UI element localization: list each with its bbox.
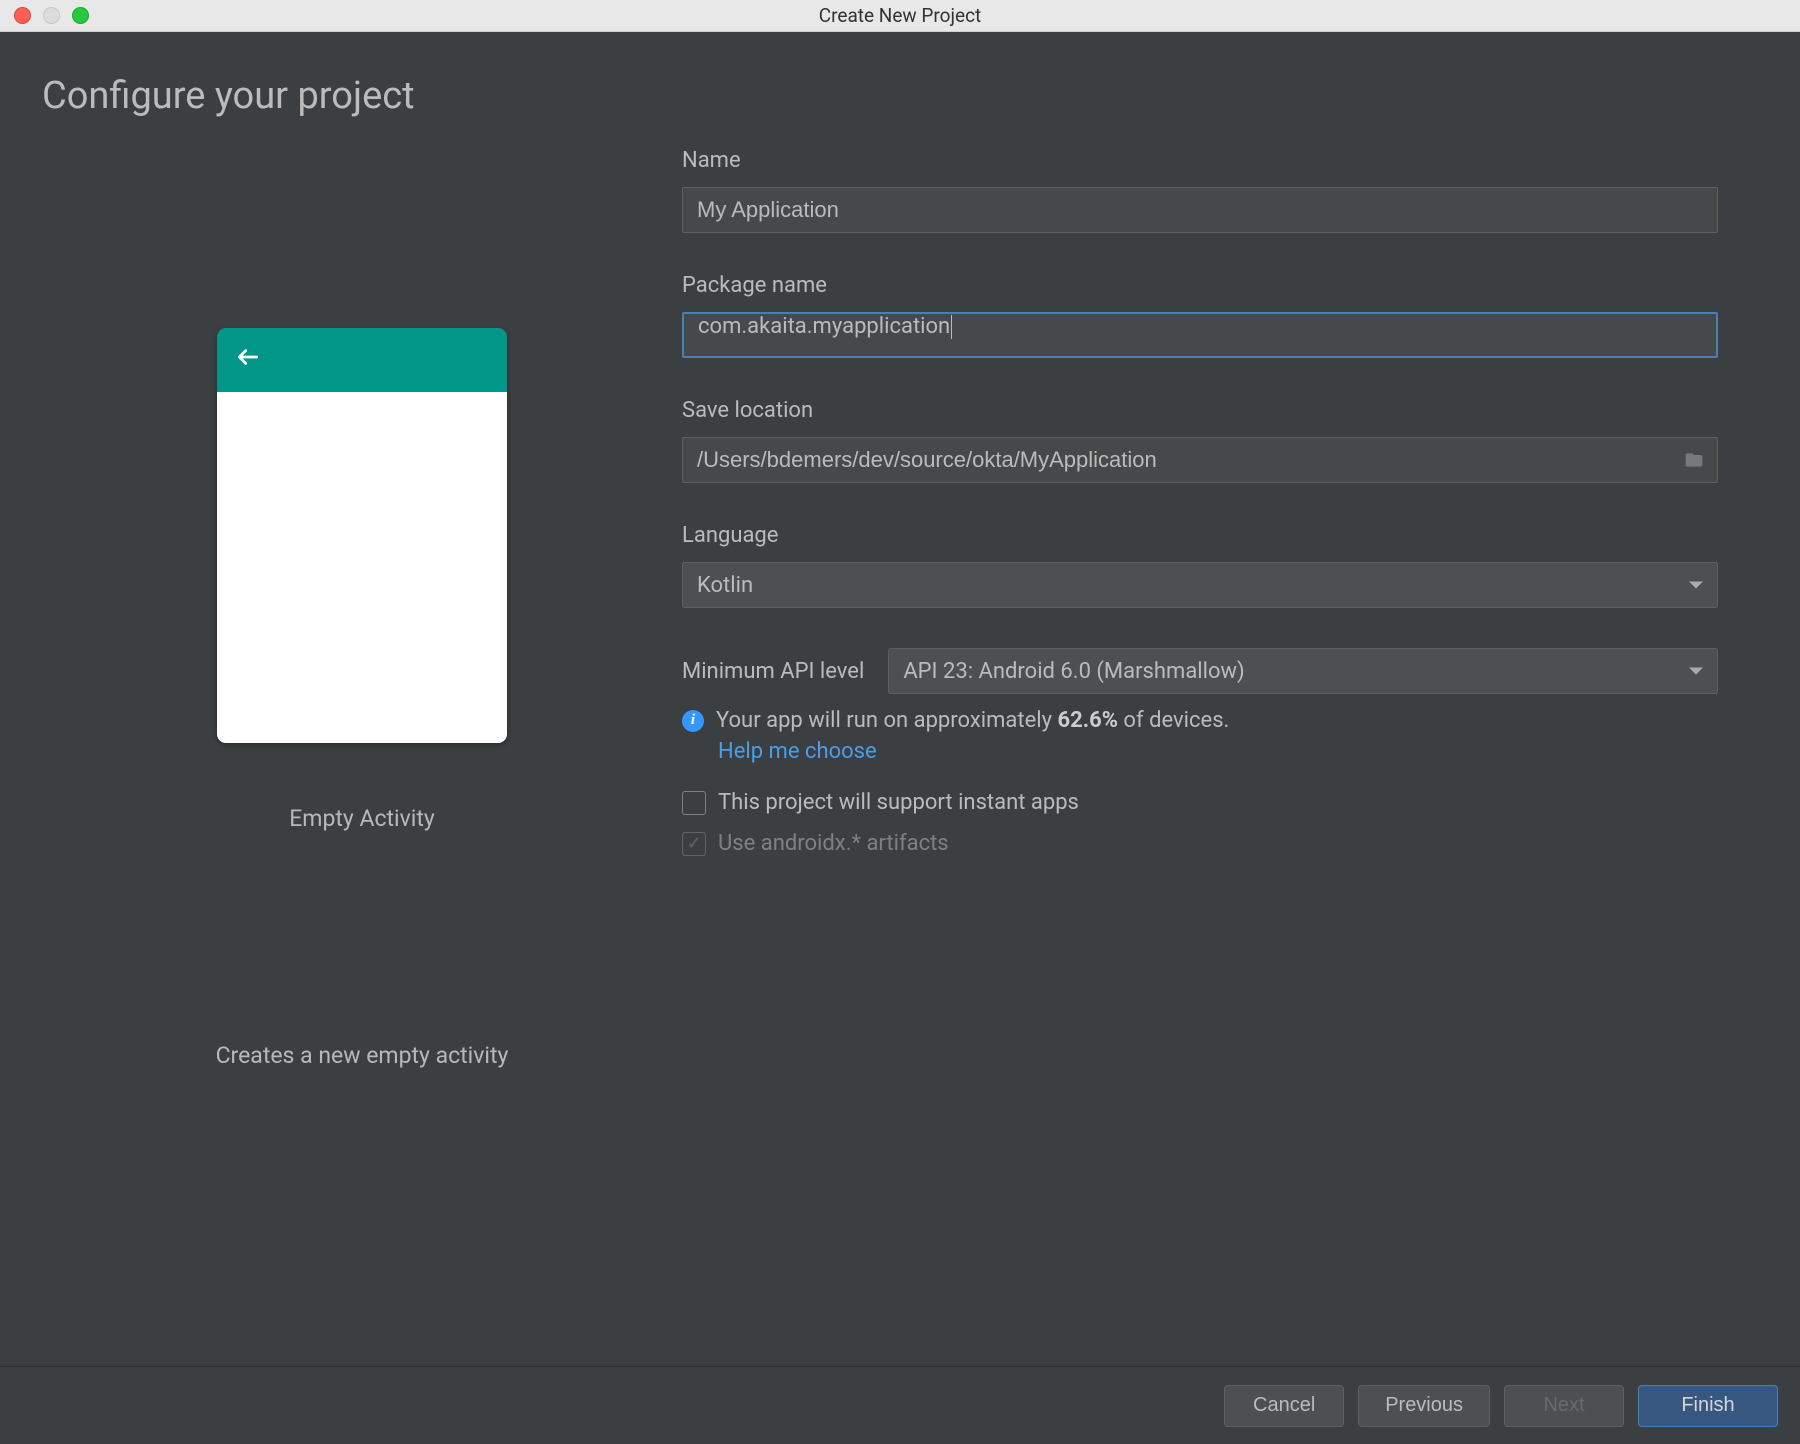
close-window-button[interactable] (14, 7, 31, 24)
instant-apps-label: This project will support instant apps (718, 790, 1079, 815)
location-label: Save location (682, 398, 1718, 423)
preview-appbar (217, 328, 507, 392)
dialog-content: Configure your project Empty Acti (0, 32, 1800, 1444)
api-info-text: Your app will run on approximately 62.6%… (716, 708, 1229, 733)
window-title: Create New Project (819, 4, 982, 27)
dialog-window: Create New Project Configure your projec… (0, 0, 1800, 1444)
folder-browse-icon[interactable] (1682, 450, 1706, 470)
minimize-window-button[interactable] (43, 7, 60, 24)
androidx-checkbox: ✓ (682, 832, 706, 856)
location-input-wrapper (682, 437, 1718, 483)
header: Configure your project (0, 32, 1800, 148)
package-label: Package name (682, 273, 1718, 298)
form-column: Name Package name com.akaita.myapplicati… (682, 148, 1758, 1366)
chevron-down-icon (1689, 668, 1703, 675)
checkmark-icon: ✓ (686, 833, 701, 854)
location-group: Save location (682, 398, 1718, 483)
language-label: Language (682, 523, 1718, 548)
api-level-label: Minimum API level (682, 659, 864, 684)
maximize-window-button[interactable] (72, 7, 89, 24)
api-level-row: Minimum API level API 23: Android 6.0 (M… (682, 648, 1718, 694)
template-preview (217, 328, 507, 743)
template-name: Empty Activity (289, 805, 435, 832)
traffic-lights (0, 7, 89, 24)
package-value: com.akaita.myapplication (698, 314, 950, 339)
dialog-footer: Cancel Previous Next Finish (0, 1366, 1800, 1444)
template-description: Creates a new empty activity (216, 1042, 509, 1069)
info-icon: i (682, 710, 704, 732)
titlebar: Create New Project (0, 0, 1800, 32)
package-input[interactable]: com.akaita.myapplication (682, 312, 1718, 358)
template-preview-column: Empty Activity Creates a new empty activ… (42, 148, 682, 1366)
package-group: Package name com.akaita.myapplication (682, 273, 1718, 358)
page-title: Configure your project (42, 74, 1758, 118)
instant-apps-row: This project will support instant apps (682, 790, 1718, 815)
language-value: Kotlin (697, 573, 753, 598)
previous-button[interactable]: Previous (1358, 1385, 1490, 1427)
name-group: Name (682, 148, 1718, 233)
androidx-row: ✓ Use androidx.* artifacts (682, 831, 1718, 856)
main-area: Empty Activity Creates a new empty activ… (0, 148, 1800, 1366)
finish-button[interactable]: Finish (1638, 1385, 1778, 1427)
help-me-choose-link[interactable]: Help me choose (718, 739, 1718, 764)
location-input[interactable] (682, 437, 1718, 483)
chevron-down-icon (1689, 582, 1703, 589)
back-arrow-icon (235, 344, 261, 377)
name-label: Name (682, 148, 1718, 173)
androidx-label: Use androidx.* artifacts (718, 831, 949, 856)
api-level-select[interactable]: API 23: Android 6.0 (Marshmallow) (888, 648, 1718, 694)
preview-body (217, 392, 507, 743)
language-group: Language Kotlin (682, 523, 1718, 608)
instant-apps-checkbox[interactable] (682, 791, 706, 815)
name-input[interactable] (682, 187, 1718, 233)
text-cursor (951, 315, 952, 339)
next-button[interactable]: Next (1504, 1385, 1624, 1427)
cancel-button[interactable]: Cancel (1224, 1385, 1344, 1427)
api-info-row: i Your app will run on approximately 62.… (682, 708, 1718, 733)
api-level-value: API 23: Android 6.0 (Marshmallow) (903, 659, 1244, 684)
language-select[interactable]: Kotlin (682, 562, 1718, 608)
